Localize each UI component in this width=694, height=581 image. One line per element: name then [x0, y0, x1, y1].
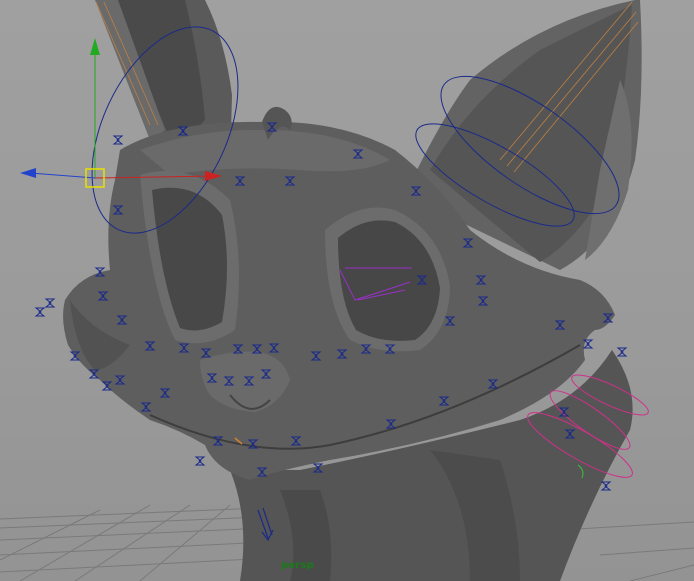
- cluster-handle[interactable]: [194, 456, 206, 466]
- cluster-handle[interactable]: [112, 135, 124, 145]
- cluster-handle[interactable]: [34, 307, 46, 317]
- maya-perspective-viewport[interactable]: persp: [0, 0, 694, 581]
- cluster-handle[interactable]: [600, 481, 612, 491]
- viewport-scene[interactable]: [0, 0, 694, 581]
- cluster-handle[interactable]: [616, 347, 628, 357]
- camera-label: persp: [281, 560, 314, 571]
- z-axis-handle[interactable]: [20, 168, 36, 178]
- cluster-handle[interactable]: [582, 339, 594, 349]
- cluster-handle[interactable]: [44, 298, 56, 308]
- y-axis-handle[interactable]: [90, 38, 100, 55]
